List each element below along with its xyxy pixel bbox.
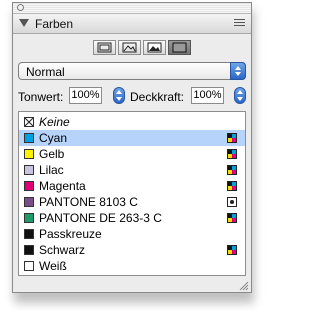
blend-mode-value: Normal — [26, 65, 65, 79]
swatch-name: Schwarz — [39, 243, 86, 257]
swatch-row[interactable]: PANTONE 8103 C — [19, 194, 245, 210]
process-color-icon — [227, 245, 237, 255]
swatch-row[interactable]: Cyan — [19, 130, 245, 146]
palette-menu-icon[interactable] — [234, 19, 245, 28]
process-color-icon — [227, 165, 237, 175]
swatch-name: PANTONE DE 263-3 C — [39, 211, 162, 225]
swatch-name: Gelb — [39, 147, 65, 161]
swatch-name: PANTONE 8103 C — [39, 195, 138, 209]
tint-field[interactable]: 100% — [69, 87, 102, 104]
tint-stepper[interactable] — [113, 87, 125, 104]
color-swatch — [24, 149, 34, 159]
color-swatch — [24, 197, 34, 207]
swatch-row[interactable]: PANTONE DE 263-3 C — [19, 210, 245, 226]
swatch-name: Cyan — [39, 131, 68, 145]
solid-frame-icon — [172, 42, 187, 53]
frame-button[interactable] — [93, 40, 116, 55]
process-color-icon — [227, 149, 237, 159]
color-swatch — [24, 245, 34, 255]
frame-icon — [97, 42, 112, 53]
select-arrows-icon[interactable] — [230, 62, 246, 80]
image-filled-icon — [147, 42, 162, 53]
swatch-row[interactable]: Weiß — [19, 258, 245, 274]
image-filled-button[interactable] — [143, 40, 166, 55]
swatch-name: Passkreuze — [39, 227, 102, 241]
spot-color-icon — [227, 197, 237, 207]
swatch-name: Lilac — [39, 163, 64, 177]
color-swatch — [24, 133, 34, 143]
opacity-field[interactable]: 100% — [191, 87, 224, 104]
blend-mode-select[interactable]: Normal — [18, 62, 246, 80]
swatch-row[interactable]: Gelb — [19, 146, 245, 162]
swatches-palette: Farben Normal Tonwert: 100% Deckkraft: 1… — [12, 2, 252, 293]
palette-titlebar[interactable] — [13, 3, 251, 14]
color-swatch — [24, 213, 34, 223]
swatch-row[interactable]: Magenta — [19, 178, 245, 194]
process-color-icon — [227, 133, 237, 143]
palette-header[interactable]: Farben — [13, 14, 251, 34]
swatch-name: Weiß — [39, 259, 67, 273]
close-icon[interactable] — [17, 4, 24, 11]
opacity-stepper[interactable] — [234, 87, 246, 104]
tint-label: Tonwert: — [18, 90, 64, 104]
swatch-row[interactable]: Passkreuze — [19, 226, 245, 242]
color-swatch — [24, 261, 34, 271]
swatch-row[interactable]: Keine — [19, 114, 245, 130]
palette-title: Farben — [35, 17, 74, 31]
swatch-name: Magenta — [39, 179, 86, 193]
swatch-row[interactable]: Lilac — [19, 162, 245, 178]
image-outline-button[interactable] — [118, 40, 141, 55]
swatch-row[interactable]: Schwarz — [19, 242, 245, 258]
process-color-icon — [227, 213, 237, 223]
resize-grip-icon[interactable] — [239, 281, 249, 291]
image-outline-icon — [122, 42, 137, 53]
no-color-icon — [24, 117, 34, 127]
swatch-list: Keine Cyan Gelb Lilac Magenta PANTONE 8103 C P… — [18, 111, 246, 276]
solid-frame-button[interactable] — [168, 40, 191, 55]
collapse-triangle-icon[interactable] — [19, 19, 29, 27]
swatch-name: Keine — [39, 115, 70, 129]
color-swatch — [24, 229, 34, 239]
color-swatch — [24, 165, 34, 175]
process-color-icon — [227, 181, 237, 191]
palette-bottom-bar — [13, 279, 251, 292]
color-swatch — [24, 181, 34, 191]
opacity-label: Deckkraft: — [130, 90, 185, 104]
